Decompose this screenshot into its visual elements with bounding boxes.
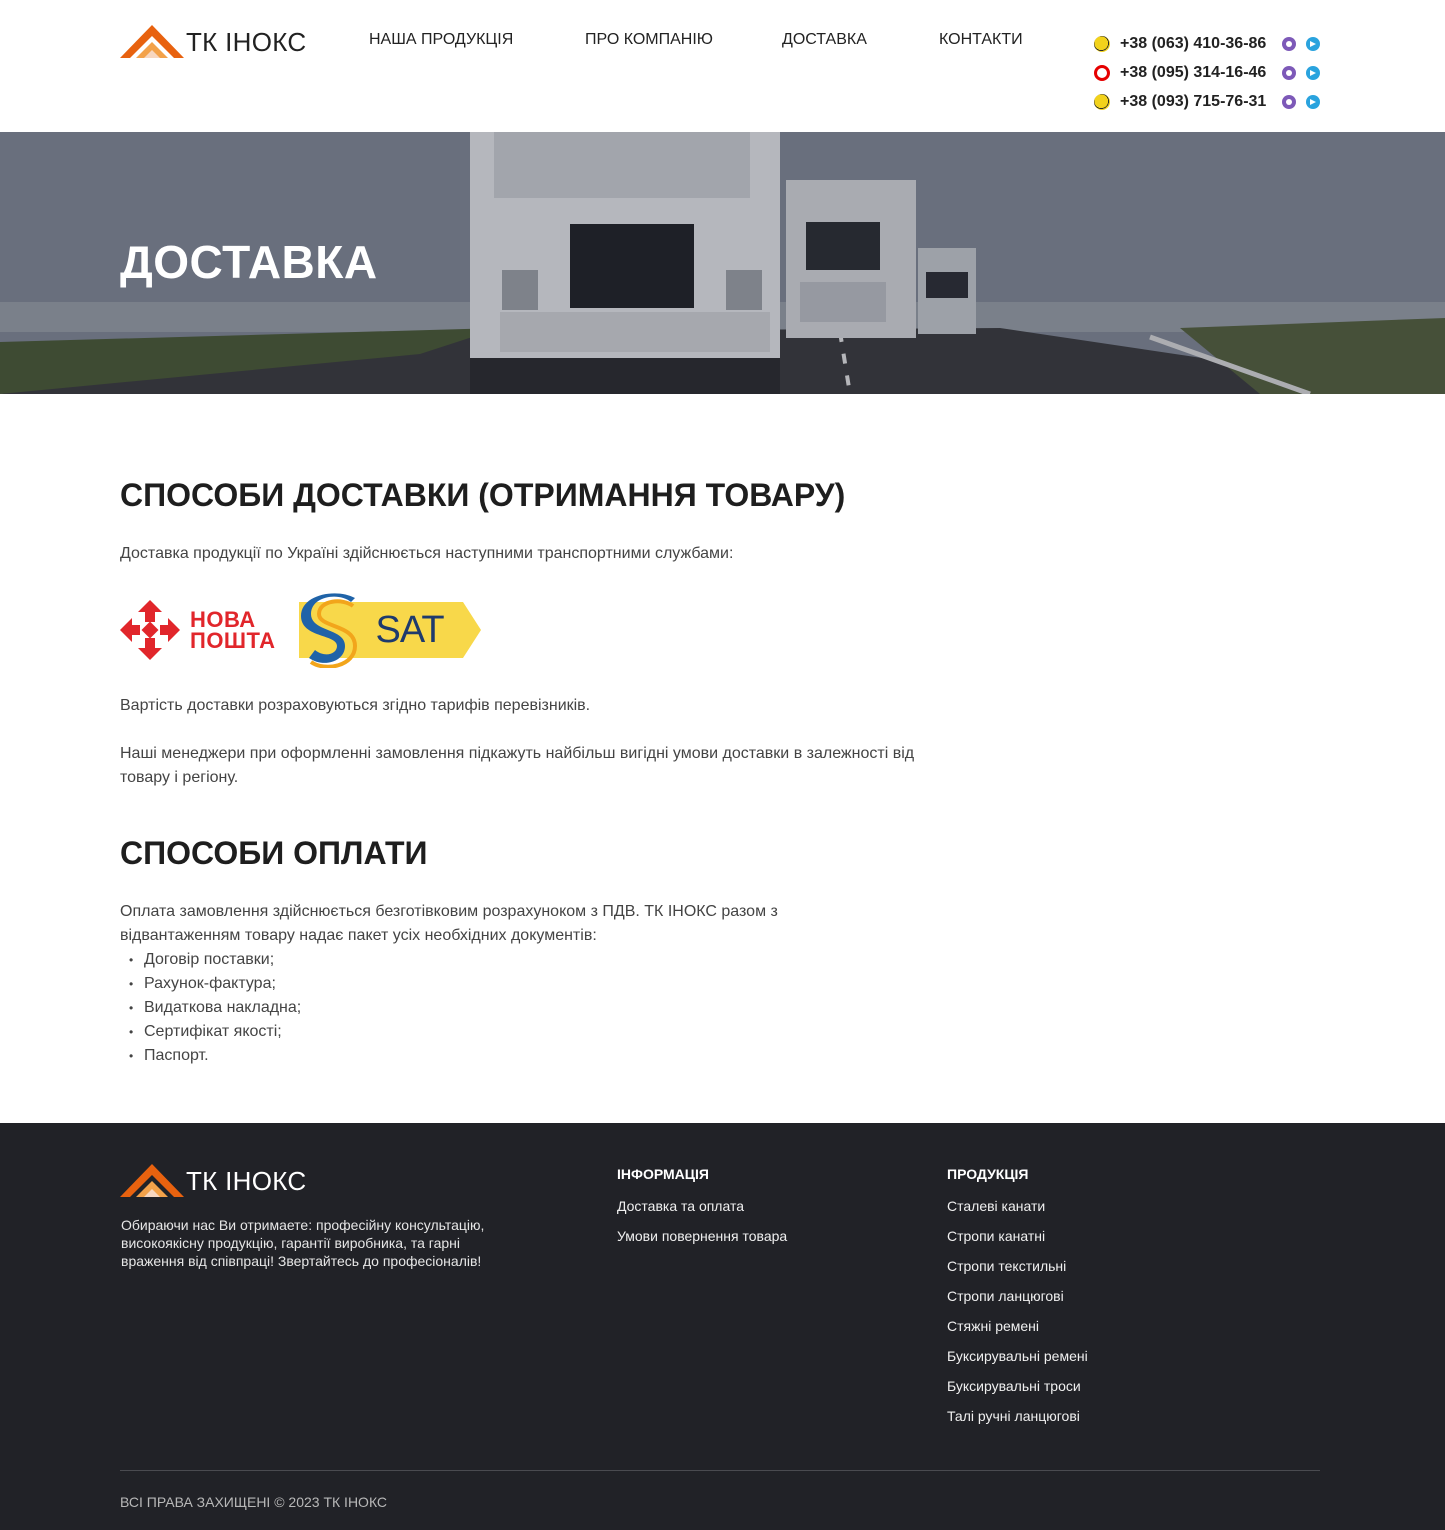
nav-item-contacts[interactable]: КОНТАКТИ (939, 30, 1023, 50)
footer-product-link[interactable]: Талі ручні ланцюгові (947, 1407, 1088, 1425)
footer-info-title: ІНФОРМАЦІЯ (617, 1166, 709, 1182)
main-content: СПОСОБИ ДОСТАВКИ (ОТРИМАННЯ ТОВАРУ) Дост… (120, 474, 920, 1068)
footer-product-link[interactable]: Стропи текстильні (947, 1257, 1088, 1275)
logo-roof-icon (120, 25, 184, 58)
phone-number[interactable]: +38 (095) 314-16-46 (1120, 64, 1272, 82)
list-item: Видаткова накладна; (120, 996, 920, 1020)
footer-about: Обираючи нас Ви отримаете: професійну ко… (121, 1217, 485, 1269)
nav-item-products[interactable]: НАША ПРОДУКЦІЯ (369, 30, 513, 50)
page-title: ДОСТАВКА (120, 236, 378, 288)
nav-item-delivery[interactable]: ДОСТАВКА (782, 30, 867, 50)
footer-logo-text: ТК ІНОКС (186, 1166, 307, 1196)
footer-products-title: ПРОДУКЦІЯ (947, 1166, 1029, 1182)
site-header: ТК ІНОКС НАША ПРОДУКЦІЯ ПРО КОМПАНІЮ ДОС… (0, 0, 1445, 132)
phone-number[interactable]: +38 (093) 715-76-31 (1120, 93, 1272, 111)
list-item: Сертифікат якості; (120, 1020, 920, 1044)
nova-poshta-line1: НОВА (190, 607, 256, 632)
logo-roof-icon (120, 1164, 184, 1197)
footer-info-column: ІНФОРМАЦІЯ Доставка та оплата Умови пове… (617, 1165, 787, 1257)
site-footer: ТК ІНОКС Обираючи нас Ви отримаете: проф… (0, 1123, 1445, 1530)
nova-poshta-icon (120, 600, 180, 660)
hero-banner: ДОСТАВКА (0, 132, 1445, 394)
telegram-icon[interactable] (1306, 65, 1320, 80)
phone-row: +38 (093) 715-76-31 (1094, 87, 1322, 116)
payment-heading: СПОСОБИ ОПЛАТИ (120, 835, 428, 871)
footer-product-link[interactable]: Стяжні ремені (947, 1317, 1088, 1335)
phone-row: +38 (063) 410-36-86 (1094, 29, 1322, 58)
footer-product-link[interactable]: Стропи канатні (947, 1227, 1088, 1245)
delivery-managers-note: Наші менеджери при оформленні замовлення… (120, 745, 915, 786)
kyivstar-icon (1094, 93, 1110, 110)
list-item: Договір поставки; (120, 948, 920, 972)
sat-logo: SAT (299, 592, 482, 668)
phone-list: +38 (063) 410-36-86 +38 (095) 314-16-46 … (1094, 29, 1322, 116)
nova-poshta-logo: НОВА ПОШТА (120, 600, 275, 660)
footer-product-link[interactable]: Стропи ланцюгові (947, 1287, 1088, 1305)
payment-intro: Оплата замовлення здійснюється безготівк… (120, 903, 778, 944)
kyivstar-icon (1094, 35, 1110, 52)
documents-list: Договір поставки; Рахунок-фактура; Видат… (120, 948, 920, 1068)
list-item: Паспорт. (120, 1044, 920, 1068)
nova-poshta-line2: ПОШТА (190, 628, 276, 653)
nav-item-about[interactable]: ПРО КОМПАНІЮ (585, 30, 713, 50)
delivery-cost-note: Вартість доставки розраховуються згідно … (120, 697, 591, 714)
telegram-icon[interactable] (1306, 94, 1320, 109)
vodafone-icon (1094, 64, 1110, 81)
phone-number[interactable]: +38 (063) 410-36-86 (1120, 35, 1272, 53)
footer-divider (120, 1470, 1320, 1471)
footer-link-delivery[interactable]: Доставка та оплата (617, 1197, 787, 1215)
nova-poshta-text: НОВА ПОШТА (190, 607, 276, 653)
viber-icon[interactable] (1282, 36, 1296, 51)
list-item: Рахунок-фактура; (120, 972, 920, 996)
footer-product-link[interactable]: Буксирувальні троси (947, 1377, 1088, 1395)
footer-product-link[interactable]: Сталеві канати (947, 1197, 1088, 1215)
delivery-heading: СПОСОБИ ДОСТАВКИ (ОТРИМАННЯ ТОВАРУ) (120, 477, 846, 513)
telegram-icon[interactable] (1306, 36, 1320, 51)
footer-products-column: ПРОДУКЦІЯ Сталеві канати Стропи канатні … (947, 1165, 1088, 1437)
phone-row: +38 (095) 314-16-46 (1094, 58, 1322, 87)
delivery-intro: Доставка продукції по Україні здійснюєть… (120, 545, 734, 562)
viber-icon[interactable] (1282, 94, 1296, 109)
sat-text: SAT (375, 609, 444, 651)
footer-product-link[interactable]: Буксирувальні ремені (947, 1347, 1088, 1365)
footer-link-returns[interactable]: Умови повернення товара (617, 1227, 787, 1245)
carrier-logos: НОВА ПОШТА SAT (120, 592, 920, 668)
viber-icon[interactable] (1282, 65, 1296, 80)
footer-logo[interactable]: ТК ІНОКС (120, 1163, 307, 1199)
logo-text: ТК ІНОКС (186, 27, 307, 57)
copyright: ВСІ ПРАВА ЗАХИЩЕНІ © 2023 ТК ІНОКС (120, 1494, 388, 1510)
logo[interactable]: ТК ІНОКС (120, 24, 307, 60)
